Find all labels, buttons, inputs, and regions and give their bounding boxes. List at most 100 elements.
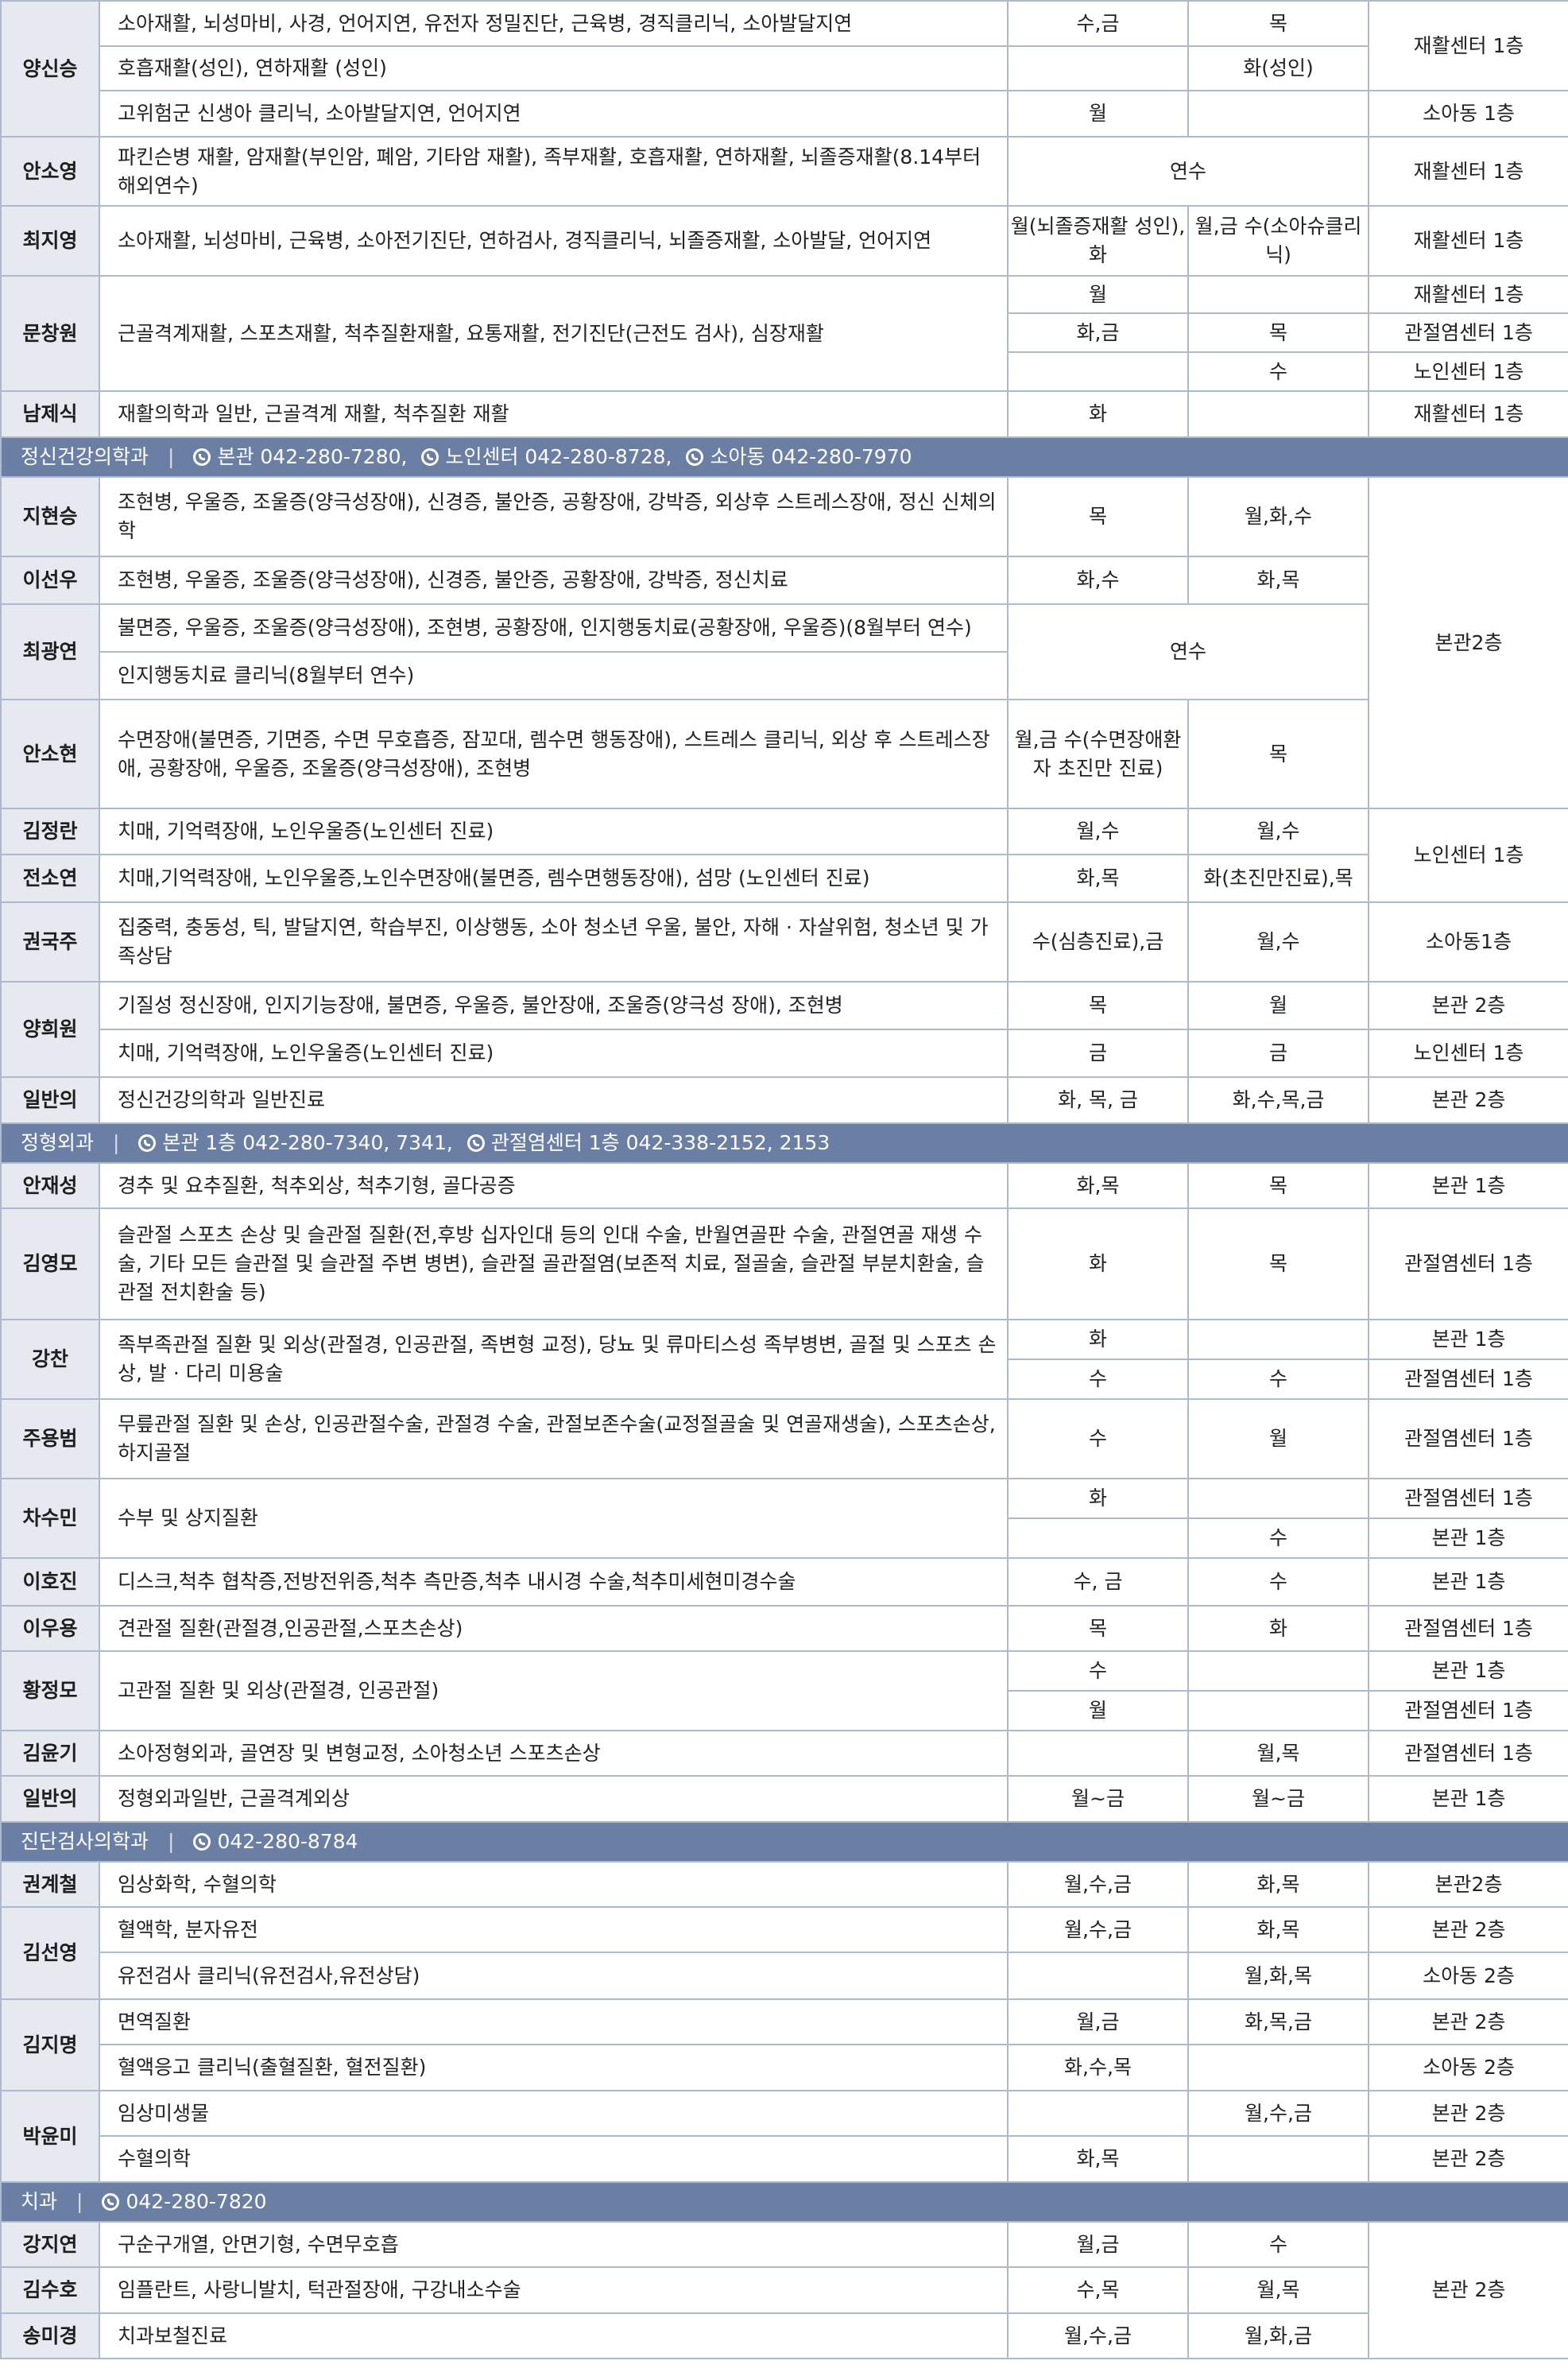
doctor-name: 김영모 <box>0 1207 100 1320</box>
specialty-text: 근골격계재활, 스포츠재활, 척추질환재활, 요통재활, 전기진단(근전도 검사… <box>99 275 1009 392</box>
phone-icon <box>138 1134 157 1152</box>
table-row: 황정모 고관절 질환 및 외상(관절경, 인공관절) 수 본관 1층 <box>0 1650 1568 1731</box>
am-schedule: 화 <box>1007 1319 1189 1360</box>
specialty-text: 조현병, 우울증, 조울증(양극성장애), 신경증, 불안증, 공황장애, 강박… <box>99 556 1009 605</box>
location: 본관 1층 <box>1368 1650 1568 1692</box>
pm-schedule: 화,목 <box>1187 1906 1369 1953</box>
department-title: 정형외과 <box>21 1131 95 1154</box>
doctor-name: 남제식 <box>0 390 100 438</box>
doctor-name: 양희원 <box>0 981 100 1078</box>
doctor-name: 권계철 <box>0 1861 100 1908</box>
location: 본관 1층 <box>1368 1557 1568 1607</box>
location: 관절염센터 1층 <box>1368 1207 1568 1320</box>
am-schedule: 월,금 <box>1007 1998 1189 2045</box>
pm-schedule: 화,목 <box>1187 556 1369 605</box>
am-schedule: 목 <box>1007 981 1189 1030</box>
doctor-name: 김윤기 <box>0 1730 100 1777</box>
pm-schedule: 수 <box>1187 351 1369 392</box>
specialty-text: 임상화학, 수혈의학 <box>99 1861 1009 1908</box>
doctor-name: 박윤미 <box>0 2090 100 2183</box>
location: 관절염센터 1층 <box>1368 312 1568 353</box>
am-schedule <box>1007 1730 1189 1777</box>
specialty-text: 치과보철진료 <box>99 2312 1009 2359</box>
phone-number: 본관 1층 042-280-7340, 7341, <box>162 1131 453 1154</box>
department-header-cell: 치과 | 042-280-7820 <box>0 2181 1568 2223</box>
location: 본관 1층 <box>1368 1319 1568 1360</box>
pm-schedule <box>1187 2135 1369 2183</box>
doctor-name: 황정모 <box>0 1650 100 1731</box>
table-row: 안소현 수면장애(불면증, 기면증, 수면 무호흡증, 잠꼬대, 렘수면 행동장애… <box>0 699 1568 809</box>
specialty-text: 고관절 질환 및 외상(관절경, 인공관절) <box>99 1650 1009 1731</box>
phone-number: 042-280-7820 <box>126 2190 267 2213</box>
pm-schedule: 금 <box>1187 1029 1369 1078</box>
department-title: 정신건강의학과 <box>21 445 149 468</box>
pm-schedule: 월,화,목 <box>1187 1952 1369 2000</box>
table-row: 안재성 경추 및 요추질환, 척추외상, 척추기형, 골다공증 화,목 목 본관 1층 <box>0 1162 1568 1209</box>
doctor-name: 이호진 <box>0 1557 100 1607</box>
table-row: 안소영 파킨슨병 재활, 암재활(부인암, 폐암, 기타암 재활), 족부재활, … <box>0 136 1568 207</box>
doctor-name: 안소현 <box>0 699 100 809</box>
table-row: 김수호 임플란트, 사랑니발치, 턱관절장애, 구강내소수술 수,목 월,목 <box>0 2266 1568 2314</box>
doctor-name: 김지명 <box>0 1998 100 2091</box>
am-schedule: 화,수 <box>1007 556 1189 605</box>
location: 재활센터 1층 <box>1368 205 1568 277</box>
location: 재활센터 1층 <box>1368 136 1568 207</box>
specialty-text: 정형외과일반, 근골격계외상 <box>99 1775 1009 1823</box>
location: 본관 2층 <box>1368 2221 1568 2359</box>
specialty-text: 수면장애(불면증, 기면증, 수면 무호흡증, 잠꼬대, 렘수면 행동장애), … <box>99 699 1009 809</box>
specialty-text: 소아재활, 뇌성마비, 사경, 언어지연, 유전자 정밀진단, 근육병, 경직클… <box>99 0 1009 47</box>
department-header-cell: 정신건강의학과 | 본관 042-280-7280, 노인센터 042-280-872… <box>0 436 1568 478</box>
separator: | <box>76 2190 83 2213</box>
location: 본관 1층 <box>1368 1775 1568 1823</box>
table-row: 송미경 치과보철진료 월,수,금 월,화,금 <box>0 2312 1568 2359</box>
table-row: 혈액응고 클리닉(출혈질환, 혈전질환) 화,수,목 소아동 2층 <box>1 2044 1568 2091</box>
am-schedule: 수, 금 <box>1007 1557 1189 1607</box>
table-row: 최광연 불면증, 우울증, 조울증(양극성장애), 조현병, 공황장애, 인지행동… <box>0 603 1568 700</box>
phone-icon <box>686 448 704 466</box>
doctor-name: 김정란 <box>0 808 100 855</box>
location: 소아동 2층 <box>1368 2044 1568 2091</box>
location: 재활센터 1층 <box>1368 390 1568 438</box>
location: 본관 2층 <box>1368 2135 1568 2183</box>
table-row: 호흡재활(성인), 연하재활 (성인) 화(성인) <box>1 45 1568 91</box>
table-row: 수혈의학 화,목 본관 2층 <box>1 2135 1568 2183</box>
specialty-text: 소아재활, 뇌성마비, 근육병, 소아전기진단, 연하검사, 경직클리닉, 뇌졸… <box>99 205 1009 277</box>
am-schedule <box>1007 2090 1189 2137</box>
pm-schedule: 목 <box>1187 699 1369 809</box>
location: 관절염센터 1층 <box>1368 1398 1568 1479</box>
specialty-text: 치매,기억력장애, 노인우울증,노인수면장애(불면증, 렘수면행동장애), 섬망… <box>99 854 1009 903</box>
location: 재활센터 1층 <box>1368 275 1568 314</box>
table-row: 유전검사 클리닉(유전검사,유전상담) 월,화,목 소아동 2층 <box>1 1952 1568 2000</box>
phone-icon <box>421 448 439 466</box>
doctor-name: 차수민 <box>0 1478 100 1559</box>
specialty-text: 집중력, 충동성, 틱, 발달지연, 학습부진, 이상행동, 소아 청소년 우울… <box>99 901 1009 983</box>
am-schedule: 연수 <box>1007 603 1369 700</box>
phone-number: 소아동 042-280-7970 <box>710 445 912 468</box>
location: 관절염센터 1층 <box>1368 1690 1568 1731</box>
location: 노인센터 1층 <box>1368 808 1568 903</box>
specialty-text: 조현병, 우울증, 조울증(양극성장애), 신경증, 불안증, 공황장애, 강박… <box>99 476 1009 557</box>
pm-schedule: 수 <box>1187 2221 1369 2268</box>
department-title: 치과 <box>21 2190 58 2213</box>
department-header: 정신건강의학과 | 본관 042-280-7280, 노인센터 042-280-872… <box>0 436 1568 478</box>
location: 노인센터 1층 <box>1368 1029 1568 1078</box>
specialty-text: 임상미생물 <box>99 2090 1009 2137</box>
pm-schedule: 화(초진만진료),목 <box>1187 854 1369 903</box>
pm-schedule <box>1187 2044 1369 2091</box>
specialty-text: 불면증, 우울증, 조울증(양극성장애), 조현병, 공황장애, 인지행동치료(… <box>99 603 1009 653</box>
am-schedule: 월(뇌졸증재활 성인), 화 <box>1007 205 1189 277</box>
pm-schedule: 월,목 <box>1187 1730 1369 1777</box>
am-schedule: 수,금 <box>1007 0 1189 47</box>
doctor-name: 안재성 <box>0 1162 100 1209</box>
am-schedule: 금 <box>1007 1029 1189 1078</box>
table-row: 지현승 조현병, 우울증, 조울증(양극성장애), 신경증, 불안증, 공황장애,… <box>0 476 1568 809</box>
specialty-text: 견관절 질환(관절경,인공관절,스포츠손상) <box>99 1605 1009 1652</box>
pm-schedule: 화,목 <box>1187 1861 1369 1908</box>
am-schedule: 화,목 <box>1007 1162 1189 1209</box>
pm-schedule <box>1187 1690 1369 1731</box>
specialty-text: 경추 및 요추질환, 척추외상, 척추기형, 골다공증 <box>99 1162 1009 1209</box>
am-schedule: 월,수,금 <box>1007 2312 1189 2359</box>
doctor-schedule-table: 양신승 소아재활, 뇌성마비, 사경, 언어지연, 유전자 정밀진단, 근육병, … <box>0 0 1568 2359</box>
specialty-text: 면역질환 <box>99 1998 1009 2045</box>
table-row: 문창원 근골격계재활, 스포츠재활, 척추질환재활, 요통재활, 전기진단(근전도… <box>0 275 1568 392</box>
